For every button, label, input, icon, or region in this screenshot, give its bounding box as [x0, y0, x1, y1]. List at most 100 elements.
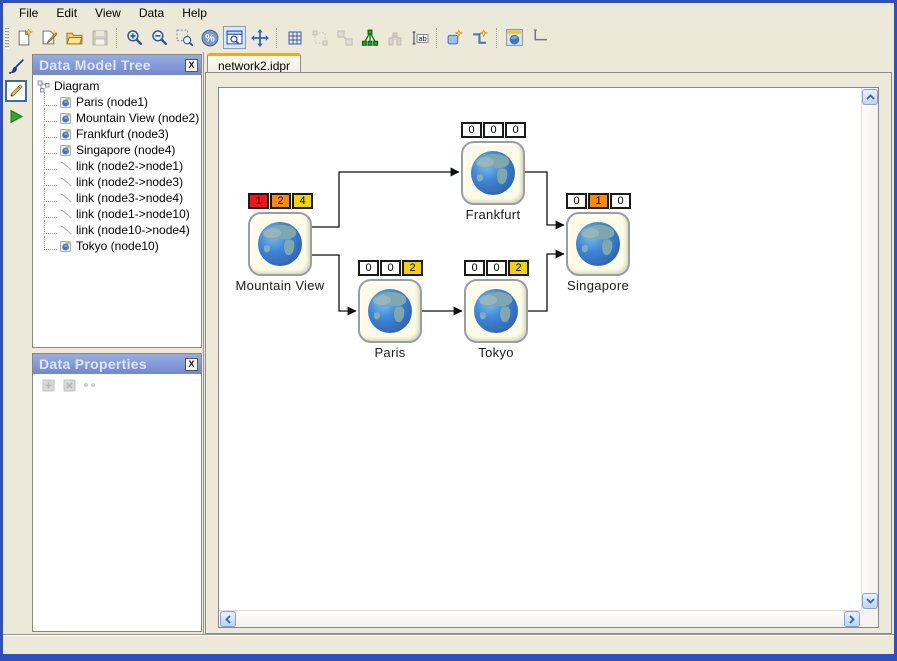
badge: 0	[461, 122, 482, 138]
badge: 0	[358, 260, 379, 276]
palette-link-button[interactable]	[528, 26, 551, 49]
tree-item-link[interactable]: link (node3->node4)	[37, 190, 201, 206]
new-document-button[interactable]	[13, 26, 36, 49]
tree-item-link[interactable]: link (node2->node1)	[37, 158, 201, 174]
graph-layout-button[interactable]	[383, 26, 406, 49]
node-label: Frankfurt	[428, 207, 558, 222]
data-model-tree-titlebar[interactable]: Data Model Tree X	[33, 55, 201, 75]
new-node-button[interactable]	[443, 26, 466, 49]
toolbar-separator	[276, 28, 278, 48]
badges-paris: 0 0 2	[358, 260, 423, 276]
zoom-in-button[interactable]	[123, 26, 146, 49]
pan-button[interactable]	[248, 26, 271, 49]
node-mountain-view[interactable]	[248, 212, 312, 276]
badge: 0	[486, 260, 507, 276]
node-frankfurt[interactable]	[461, 141, 525, 205]
globe-icon	[574, 220, 622, 268]
tree-item-node[interactable]: Mountain View (node2)	[37, 110, 201, 126]
toolbar-gripper[interactable]	[5, 27, 9, 49]
svg-text:ab: ab	[418, 34, 426, 43]
edit-pencil-button[interactable]	[5, 80, 27, 102]
node-paris[interactable]	[358, 279, 422, 343]
model-tree[interactable]: Diagram Paris (node1) Mountain View (nod…	[33, 75, 201, 254]
tab-content: 1 2 4 Mountain View 0 0 0 Frankfurt	[205, 72, 892, 634]
badges-mountain-view: 1 2 4	[248, 193, 313, 209]
save-button[interactable]	[88, 26, 111, 49]
tree-item-link[interactable]: link (node2->node3)	[37, 174, 201, 190]
menu-data[interactable]: Data	[130, 4, 173, 22]
scroll-down-icon[interactable]	[862, 593, 878, 609]
open-file-button[interactable]	[63, 26, 86, 49]
tree-layout-button[interactable]	[358, 26, 381, 49]
tab-network2[interactable]: network2.idpr	[207, 53, 301, 73]
link-icon	[59, 224, 72, 237]
scroll-right-icon[interactable]	[844, 611, 860, 627]
badge: 2	[270, 193, 291, 209]
diagram-icon	[37, 80, 50, 93]
node-tokyo[interactable]	[464, 279, 528, 343]
add-property-button[interactable]	[41, 378, 56, 393]
data-properties-titlebar[interactable]: Data Properties X	[33, 354, 201, 374]
zoom-area-button[interactable]	[173, 26, 196, 49]
menu-edit[interactable]: Edit	[47, 4, 86, 22]
pan-icon	[251, 29, 269, 47]
remove-property-button[interactable]	[62, 378, 77, 393]
more-dots-icon[interactable]	[83, 381, 97, 389]
badges-tokyo: 0 0 2	[464, 260, 529, 276]
tree-item-node[interactable]: Paris (node1)	[37, 94, 201, 110]
badge: 0	[464, 260, 485, 276]
scrollbar-corner	[861, 610, 878, 627]
globe-icon	[469, 149, 517, 197]
badge: 1	[588, 193, 609, 209]
label-icon: ab	[411, 29, 429, 47]
globe-icon	[366, 287, 414, 335]
vertical-scrollbar[interactable]	[861, 88, 878, 610]
toolbar-separator	[436, 28, 438, 48]
badge: 0	[483, 122, 504, 138]
ungroup-button[interactable]	[333, 26, 356, 49]
tree-item-node[interactable]: Frankfurt (node3)	[37, 126, 201, 142]
edit-pencil-icon	[8, 83, 24, 99]
tree-item-node[interactable]: Singapore (node4)	[37, 142, 201, 158]
grid-button[interactable]	[283, 26, 306, 49]
tree-root-diagram[interactable]: Diagram	[37, 78, 201, 94]
badge: 0	[566, 193, 587, 209]
globe-icon	[472, 287, 520, 335]
data-properties-panel: Data Properties X	[32, 353, 202, 632]
zoom-percent-button[interactable]: %	[198, 26, 221, 49]
badge: 1	[248, 193, 269, 209]
menu-file[interactable]: File	[10, 4, 47, 22]
link-icon	[59, 160, 72, 173]
run-button[interactable]	[5, 105, 27, 127]
close-icon[interactable]: X	[185, 358, 198, 371]
style-brush-button[interactable]	[5, 55, 27, 77]
edit-wand-icon	[41, 29, 58, 46]
node-icon	[59, 96, 72, 109]
tree-item-node[interactable]: Tokyo (node10)	[37, 238, 201, 254]
properties-body[interactable]	[33, 396, 201, 631]
badge: 4	[292, 193, 313, 209]
tree-item-link[interactable]: link (node10->node4)	[37, 222, 201, 238]
new-link-button[interactable]	[468, 26, 491, 49]
zoom-area-icon	[176, 29, 193, 46]
horizontal-scrollbar[interactable]	[219, 610, 861, 627]
scroll-left-icon[interactable]	[220, 611, 236, 627]
label-button[interactable]: ab	[408, 26, 431, 49]
close-icon[interactable]: X	[185, 59, 198, 72]
scroll-up-icon[interactable]	[862, 89, 878, 105]
menu-view[interactable]: View	[86, 4, 130, 22]
new-node-icon	[446, 29, 463, 46]
overview-button[interactable]	[223, 26, 246, 49]
edit-document-button[interactable]	[38, 26, 61, 49]
node-singapore[interactable]	[566, 212, 630, 276]
node-icon	[59, 112, 72, 125]
group-button[interactable]	[308, 26, 331, 49]
diagram-surface[interactable]: 1 2 4 Mountain View 0 0 0 Frankfurt	[219, 88, 861, 610]
menu-help[interactable]: Help	[173, 4, 216, 22]
palette-node-icon	[505, 28, 524, 47]
palette-node-button[interactable]	[503, 26, 526, 49]
tree-item-link[interactable]: link (node1->node10)	[37, 206, 201, 222]
mode-toolbar	[3, 52, 29, 634]
badge: 0	[380, 260, 401, 276]
zoom-out-button[interactable]	[148, 26, 171, 49]
